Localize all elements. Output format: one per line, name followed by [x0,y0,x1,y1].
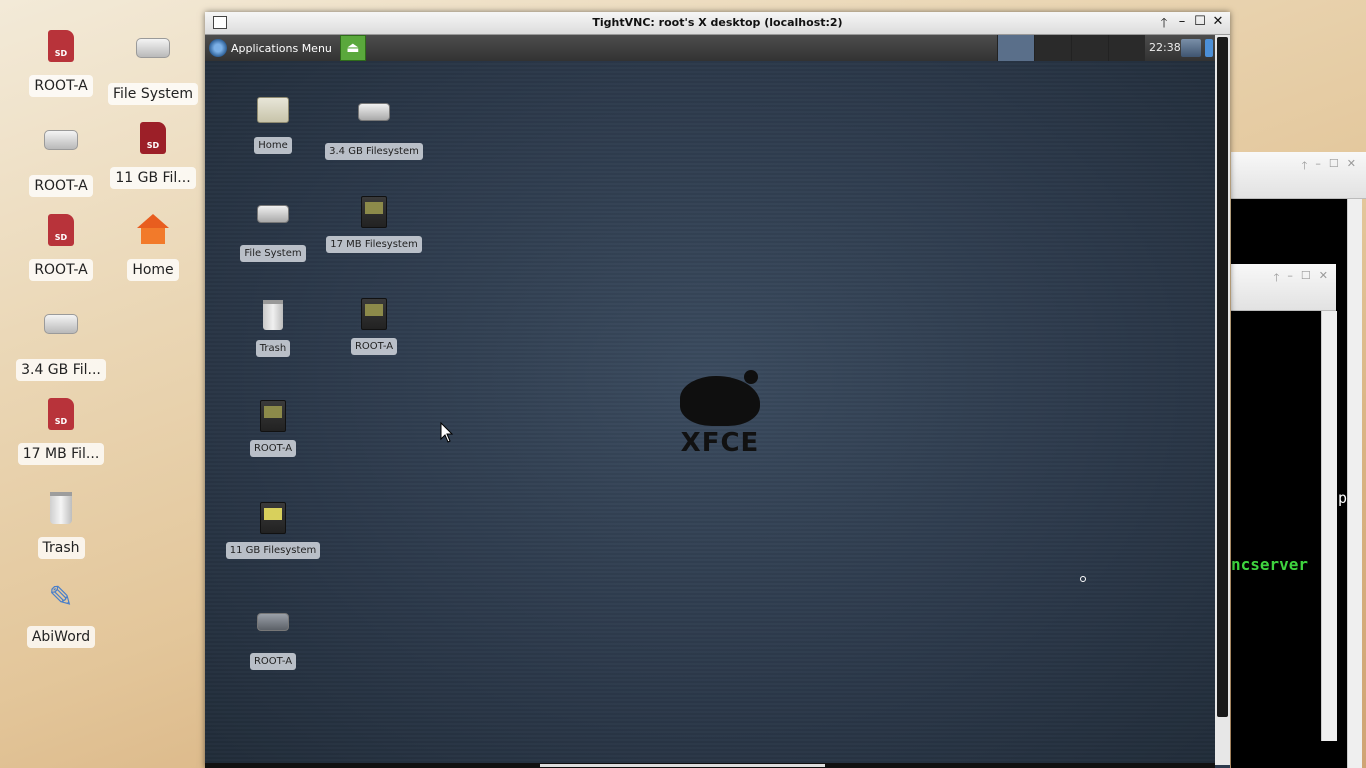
remote-icon-root-a-3[interactable]: ROOT-A [223,601,323,670]
panel-clock[interactable]: 22:38 [1149,41,1181,54]
hard-disk-icon [41,130,81,170]
tightvnc-window[interactable]: TightVNC: root's X desktop (localhost:2)… [205,12,1230,768]
remote-icon-root-a-2[interactable]: ROOT-A [223,397,323,457]
remote-icon-label: ROOT-A [350,338,398,355]
remote-icon-11gb[interactable]: 11 GB Filesystem [223,499,323,559]
sd-card-icon [41,214,81,254]
maximize-button[interactable]: ☐ [1194,14,1206,36]
flash-card-icon [356,298,392,334]
hard-disk-icon [356,103,392,139]
scrollbar-thumb[interactable] [540,764,825,767]
terminal-1-scrollbar[interactable] [1347,199,1362,768]
sd-card-icon [133,122,173,162]
remote-icon-label: ROOT-A [249,440,297,457]
remote-icon-label: File System [240,245,306,262]
host-icon-root-a-2[interactable]: ROOT-A [15,118,107,197]
scrollbar-thumb[interactable] [1217,37,1228,717]
background-window-2-titlebar[interactable]: 🡑 – ☐ ✕ [1231,264,1336,311]
network-icon[interactable] [1181,39,1201,57]
horizontal-scrollbar[interactable] [205,763,1215,768]
background-terminal-2[interactable]: ncserver [1231,311,1321,741]
remote-icon-label: ROOT-A [249,653,297,670]
xfce-logo-icon [209,39,227,57]
trash-icon [255,300,291,336]
remote-icon-file-system[interactable]: File System [223,193,323,262]
applications-menu-button[interactable]: Applications Menu [205,35,332,61]
terminal-2-scrollbar[interactable] [1321,311,1337,741]
workspace-3[interactable] [1071,35,1108,61]
terminal-output: ncserver [1231,555,1309,574]
mouse-pointer-icon [440,422,454,443]
window-titlebar[interactable]: TightVNC: root's X desktop (localhost:2)… [205,12,1230,35]
remote-icon-label: 3.4 GB Filesystem [325,143,423,160]
pin-button[interactable]: 🡑 [1158,14,1170,36]
host-icon-label: ROOT-A [29,75,93,97]
remote-cursor-dot [1080,576,1086,582]
host-icon-trash[interactable]: Trash [15,486,107,559]
workspace-2[interactable] [1034,35,1071,61]
flash-card-icon [255,502,291,538]
xfce-panel: Applications Menu ⏏ 22:38 [205,35,1215,61]
workspace-4[interactable] [1108,35,1145,61]
home-icon [133,214,173,254]
host-icon-label: 17 MB Fil... [17,443,105,465]
remote-desktop[interactable]: Home 3.4 GB Filesystem File System 17 MB… [205,61,1215,765]
remote-icon-home[interactable]: Home [223,91,323,154]
host-icon-abiword[interactable]: ✎ AbiWord [15,578,107,648]
hard-disk-icon [255,613,291,649]
host-icon-label: AbiWord [26,626,96,648]
xfce-logo-watermark: XFCE [665,370,775,458]
remote-icon-label: 17 MB Filesystem [326,236,422,253]
trash-icon [41,492,81,532]
window-controls: 🡑 – ☐ ✕ [1158,14,1224,36]
remote-icon-3-4gb[interactable]: 3.4 GB Filesystem [324,91,424,160]
background-window-1-titlebar[interactable]: 🡑 – ☐ ✕ [1231,152,1366,199]
window-title: TightVNC: root's X desktop (localhost:2) [592,16,843,29]
host-icon-root-a-1[interactable]: ROOT-A [15,26,107,97]
host-icon-17mb[interactable]: 17 MB Fil... [15,394,107,465]
home-folder-icon [255,97,291,133]
host-icon-home[interactable]: Home [107,210,199,281]
close-button[interactable]: ✕ [1212,14,1224,36]
sd-card-icon [41,30,81,70]
remote-icon-trash[interactable]: Trash [223,295,323,357]
tray-icon[interactable] [1205,39,1213,57]
minimize-button[interactable]: – [1176,14,1188,36]
host-icon-label: Home [127,259,179,281]
hard-disk-icon [255,205,291,241]
sd-card-icon [41,398,81,438]
remote-icon-label: 11 GB Filesystem [225,542,321,559]
terminal-1-fragment: p [1338,489,1348,507]
vertical-scrollbar[interactable] [1215,35,1230,765]
host-icon-label: ROOT-A [29,175,93,197]
host-icon-label: File System [107,83,199,105]
xfce-mouse-icon [680,370,760,426]
abiword-icon: ✎ [48,580,74,615]
host-icon-label: Trash [37,537,85,559]
logout-icon[interactable]: ⏏ [339,35,366,61]
workspace-switcher [997,35,1145,61]
host-icon-3-4gb[interactable]: 3.4 GB Fil... [15,302,107,381]
window-controls[interactable]: 🡑 – ☐ ✕ [1302,157,1356,176]
remote-icon-root-a-1[interactable]: ROOT-A [324,295,424,355]
xfce-wordmark: XFCE [680,428,760,458]
host-icon-label: 3.4 GB Fil... [16,359,106,381]
window-controls[interactable]: 🡑 – ☐ ✕ [1274,269,1328,288]
remote-icon-17mb[interactable]: 17 MB Filesystem [324,193,424,253]
remote-icon-label: Trash [255,340,291,357]
remote-icon-label: Home [254,137,292,154]
host-icon-root-a-3[interactable]: ROOT-A [15,210,107,281]
host-icon-label: ROOT-A [29,259,93,281]
host-icon-label: 11 GB Fil... [110,167,196,189]
applications-menu-label: Applications Menu [231,41,332,55]
hard-disk-icon [41,314,81,354]
flash-card-icon [255,400,291,436]
hard-disk-icon [133,38,173,78]
host-icon-11gb[interactable]: 11 GB Fil... [107,118,199,189]
flash-card-icon [356,196,392,232]
workspace-1[interactable] [997,35,1034,61]
host-icon-file-system[interactable]: File System [107,26,199,105]
